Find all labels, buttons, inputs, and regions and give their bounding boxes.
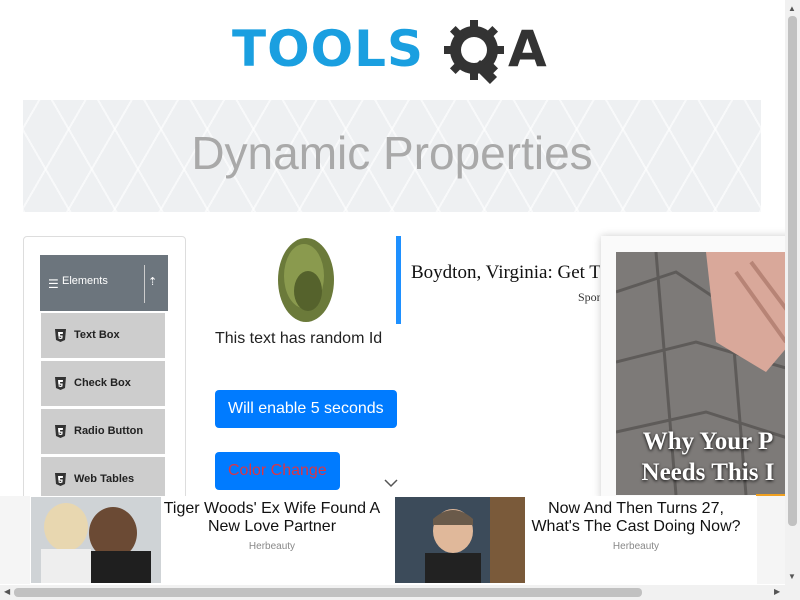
ad-headline[interactable]: Tiger Woods' Ex Wife Found A New Love Pa…	[162, 500, 382, 536]
sidebar-item-label: Radio Button	[74, 425, 144, 437]
html5-icon	[55, 425, 66, 438]
scroll-down-arrow-icon[interactable]: ▼	[788, 572, 796, 581]
logo-text-a: A	[508, 20, 547, 78]
sidebar-item-check-box[interactable]: Check Box	[41, 361, 165, 406]
scrollbar-thumb[interactable]	[14, 588, 642, 597]
sidebar-item-label: Check Box	[74, 377, 131, 389]
ad-source: Herbeauty	[612, 541, 660, 552]
sidebar-item-label: Text Box	[74, 329, 120, 341]
ad-text: Why Your P Needs This I	[616, 426, 800, 488]
collapse-arrow-icon[interactable]: ⇡	[148, 275, 157, 288]
html5-icon	[55, 473, 66, 486]
scroll-up-arrow-icon[interactable]: ▲	[788, 4, 796, 13]
ad-photo-left[interactable]	[31, 497, 161, 583]
ad-accent-bar	[396, 236, 401, 324]
ad-headline[interactable]: Now And Then Turns 27, What's The Cast D…	[526, 500, 746, 536]
sidebar: ☰ Elements ⇡ Text Box Check Box Radio Bu…	[23, 236, 186, 538]
random-id-text: This text has random Id	[215, 330, 383, 347]
ad-text-line: Why Your P	[642, 428, 774, 455]
color-change-button[interactable]: Color Change	[215, 452, 340, 490]
enable-after-button[interactable]: Will enable 5 seconds	[215, 390, 397, 428]
scrollbar-thumb[interactable]	[788, 16, 797, 526]
toolsqa-logo[interactable]: TOOLS A	[232, 16, 556, 90]
sidebar-group-label: Elements	[62, 275, 108, 287]
sidebar-item-text-box[interactable]: Text Box	[41, 313, 165, 358]
horizontal-scrollbar[interactable]: ◀ ▶	[0, 585, 800, 600]
html5-icon	[55, 329, 66, 342]
ad-headline[interactable]: Boydton, Virginia: Get T	[411, 262, 600, 284]
ad-sponsored-label: Sponsored	[578, 290, 600, 304]
logo-text-tools: TOOLS	[232, 20, 424, 78]
side-ad[interactable]: Why Your P Needs This I	[601, 236, 800, 501]
scroll-right-arrow-icon[interactable]: ▶	[774, 587, 780, 596]
sidebar-group-elements[interactable]: ☰ Elements ⇡	[40, 255, 168, 311]
gear-magnifier-icon	[444, 20, 504, 85]
ad-source: Herbeauty	[248, 541, 296, 552]
ad-text-line: Needs This I	[641, 459, 775, 486]
page-header-banner: Dynamic Properties	[23, 100, 761, 212]
sidebar-item-label: Web Tables	[74, 473, 135, 485]
vertical-scrollbar[interactable]: ▲ ▼	[785, 0, 800, 585]
html5-icon	[55, 377, 66, 390]
scroll-left-arrow-icon[interactable]: ◀	[4, 587, 10, 596]
page-title: Dynamic Properties	[191, 127, 593, 179]
hamburger-icon: ☰	[48, 277, 59, 291]
ad-photo-right[interactable]	[395, 497, 525, 583]
bottom-ad-container: Tiger Woods' Ex Wife Found A New Love Pa…	[30, 496, 757, 584]
sidebar-item-radio-button[interactable]: Radio Button	[41, 409, 165, 454]
ad-image-plant[interactable]	[268, 236, 386, 324]
bottom-ad-bar: Tiger Woods' Ex Wife Found A New Love Pa…	[0, 496, 800, 584]
divider	[144, 265, 145, 303]
chevron-down-icon[interactable]	[384, 478, 398, 488]
